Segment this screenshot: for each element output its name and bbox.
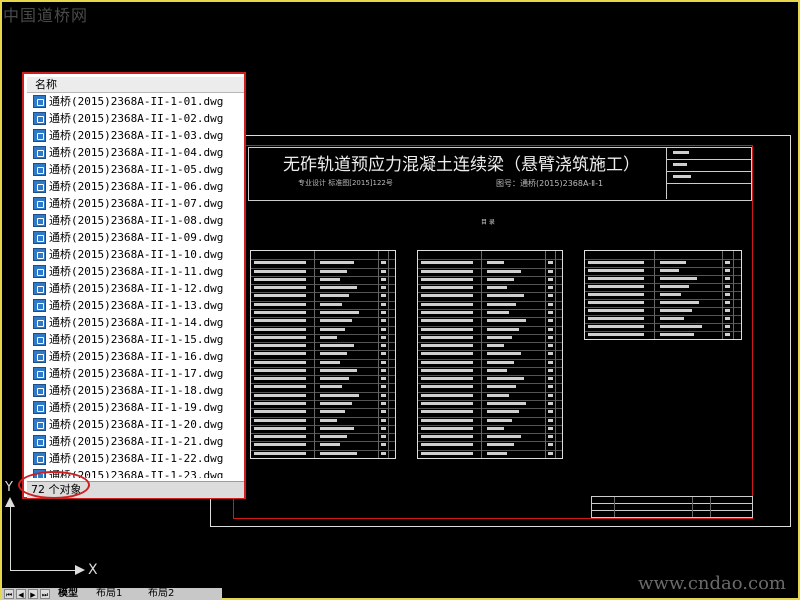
- file-list-item[interactable]: 通桥(2015)2368A-II-1-21.dwg: [27, 433, 244, 450]
- file-list-item[interactable]: 通桥(2015)2368A-II-1-20.dwg: [27, 416, 244, 433]
- title-block-side: [666, 147, 751, 199]
- tab-model[interactable]: 模型: [54, 588, 82, 600]
- dwg-file-icon: [33, 214, 46, 227]
- file-name: 通桥(2015)2368A-II-1-04.dwg: [49, 146, 224, 159]
- tab-layout1[interactable]: 布局1: [92, 588, 126, 600]
- file-name: 通桥(2015)2368A-II-1-21.dwg: [49, 435, 224, 448]
- dwg-file-icon: [33, 384, 46, 397]
- watermark-bottom: www.cndao.com: [638, 573, 786, 594]
- file-name: 通桥(2015)2368A-II-1-12.dwg: [49, 282, 224, 295]
- file-list-item[interactable]: 通桥(2015)2368A-II-1-15.dwg: [27, 331, 244, 348]
- file-list-item[interactable]: 通桥(2015)2368A-II-1-16.dwg: [27, 348, 244, 365]
- y-axis-line: [10, 500, 11, 570]
- file-name: 通桥(2015)2368A-II-1-10.dwg: [49, 248, 224, 261]
- dwg-file-icon: [33, 265, 46, 278]
- watermark-top: 中国道桥网: [3, 6, 89, 25]
- file-name: 通桥(2015)2368A-II-1-13.dwg: [49, 299, 224, 312]
- dwg-file-icon: [33, 231, 46, 244]
- tab-layout2[interactable]: 布局2: [144, 588, 178, 600]
- file-list-item[interactable]: 通桥(2015)2368A-II-1-05.dwg: [27, 161, 244, 178]
- file-list-item[interactable]: 通桥(2015)2368A-II-1-17.dwg: [27, 365, 244, 382]
- drawing-subtitle-left: 专业设计 标准图[2015]122号: [298, 179, 393, 187]
- dwg-file-icon: [33, 469, 46, 478]
- dwg-file-icon: [33, 452, 46, 465]
- file-name: 通桥(2015)2368A-II-1-01.dwg: [49, 95, 224, 108]
- dwg-file-icon: [33, 282, 46, 295]
- dwg-file-icon: [33, 248, 46, 261]
- file-list-panel: 名称 通桥(2015)2368A-II-1-01.dwg 通桥(2015)2368…: [22, 72, 246, 499]
- tab-first-icon[interactable]: ⏮: [4, 589, 14, 599]
- dwg-file-icon: [33, 163, 46, 176]
- dwg-file-icon: [33, 350, 46, 363]
- file-name: 通桥(2015)2368A-II-1-07.dwg: [49, 197, 224, 210]
- column-header-name[interactable]: 名称: [27, 77, 244, 93]
- tab-last-icon[interactable]: ⏭: [40, 589, 50, 599]
- file-name: 通桥(2015)2368A-II-1-20.dwg: [49, 418, 224, 431]
- dwg-file-icon: [33, 435, 46, 448]
- file-name: 通桥(2015)2368A-II-1-23.dwg: [49, 469, 224, 478]
- file-list-item[interactable]: 通桥(2015)2368A-II-1-02.dwg: [27, 110, 244, 127]
- file-name: 通桥(2015)2368A-II-1-14.dwg: [49, 316, 224, 329]
- file-name: 通桥(2015)2368A-II-1-11.dwg: [49, 265, 224, 278]
- file-list-item[interactable]: 通桥(2015)2368A-II-1-07.dwg: [27, 195, 244, 212]
- file-list-item[interactable]: 通桥(2015)2368A-II-1-01.dwg: [27, 93, 244, 110]
- layout-tab-bar: ⏮ ◀ ▶ ⏭ 模型 布局1 布局2: [2, 588, 222, 600]
- x-axis-label: X: [88, 562, 98, 578]
- dwg-file-icon: [33, 180, 46, 193]
- file-name: 通桥(2015)2368A-II-1-17.dwg: [49, 367, 224, 380]
- dwg-file-icon: [33, 299, 46, 312]
- file-list-item[interactable]: 通桥(2015)2368A-II-1-09.dwg: [27, 229, 244, 246]
- dwg-file-icon: [33, 333, 46, 346]
- dwg-file-icon: [33, 112, 46, 125]
- file-list-item[interactable]: 通桥(2015)2368A-II-1-08.dwg: [27, 212, 244, 229]
- object-count: 72 个对象: [31, 483, 82, 496]
- dwg-file-icon: [33, 129, 46, 142]
- file-list-item[interactable]: 通桥(2015)2368A-II-1-12.dwg: [27, 280, 244, 297]
- table-mark: 目 录: [481, 219, 495, 226]
- drawing-subtitle-right: 图号：通桥(2015)2368A-Ⅱ-1: [496, 179, 604, 188]
- file-name: 通桥(2015)2368A-II-1-05.dwg: [49, 163, 224, 176]
- file-name: 通桥(2015)2368A-II-1-19.dwg: [49, 401, 224, 414]
- dwg-file-icon: [33, 316, 46, 329]
- y-axis-label: Y: [5, 480, 13, 495]
- file-list-item[interactable]: 通桥(2015)2368A-II-1-13.dwg: [27, 297, 244, 314]
- dwg-file-icon: [33, 367, 46, 380]
- file-list-item[interactable]: 通桥(2015)2368A-II-1-19.dwg: [27, 399, 244, 416]
- drawing-title: 无砟轨道预应力混凝土连续梁（悬臂浇筑施工）: [283, 155, 640, 175]
- drawing-index-table: [417, 250, 563, 459]
- file-list-item[interactable]: 通桥(2015)2368A-II-1-23.dwg: [27, 467, 244, 478]
- file-name: 通桥(2015)2368A-II-1-08.dwg: [49, 214, 224, 227]
- dwg-file-icon: [33, 146, 46, 159]
- file-list-item[interactable]: 通桥(2015)2368A-II-1-22.dwg: [27, 450, 244, 467]
- drawing-index-table: [250, 250, 396, 459]
- file-list-item[interactable]: 通桥(2015)2368A-II-1-04.dwg: [27, 144, 244, 161]
- file-list-item[interactable]: 通桥(2015)2368A-II-1-03.dwg: [27, 127, 244, 144]
- file-name: 通桥(2015)2368A-II-1-18.dwg: [49, 384, 224, 397]
- x-axis-line: [10, 570, 78, 571]
- column-header-label: 名称: [35, 78, 57, 91]
- dwg-file-icon: [33, 197, 46, 210]
- x-axis-arrow-icon: [75, 565, 85, 575]
- bottom-title-block: [591, 496, 753, 518]
- dwg-file-icon: [33, 95, 46, 108]
- file-name: 通桥(2015)2368A-II-1-03.dwg: [49, 129, 224, 142]
- file-list-item[interactable]: 通桥(2015)2368A-II-1-10.dwg: [27, 246, 244, 263]
- file-name: 通桥(2015)2368A-II-1-02.dwg: [49, 112, 224, 125]
- file-list-item[interactable]: 通桥(2015)2368A-II-1-14.dwg: [27, 314, 244, 331]
- file-list[interactable]: 通桥(2015)2368A-II-1-01.dwg 通桥(2015)2368A-I…: [27, 93, 244, 478]
- status-bar: 72 个对象: [27, 481, 244, 498]
- file-name: 通桥(2015)2368A-II-1-16.dwg: [49, 350, 224, 363]
- file-name: 通桥(2015)2368A-II-1-15.dwg: [49, 333, 224, 346]
- file-name: 通桥(2015)2368A-II-1-06.dwg: [49, 180, 224, 193]
- dwg-file-icon: [33, 401, 46, 414]
- drawing-index-table: [584, 250, 742, 340]
- dwg-file-icon: [33, 418, 46, 431]
- file-list-item[interactable]: 通桥(2015)2368A-II-1-06.dwg: [27, 178, 244, 195]
- tab-next-icon[interactable]: ▶: [28, 589, 38, 599]
- file-name: 通桥(2015)2368A-II-1-22.dwg: [49, 452, 224, 465]
- tab-prev-icon[interactable]: ◀: [16, 589, 26, 599]
- file-name: 通桥(2015)2368A-II-1-09.dwg: [49, 231, 224, 244]
- file-list-item[interactable]: 通桥(2015)2368A-II-1-18.dwg: [27, 382, 244, 399]
- file-list-item[interactable]: 通桥(2015)2368A-II-1-11.dwg: [27, 263, 244, 280]
